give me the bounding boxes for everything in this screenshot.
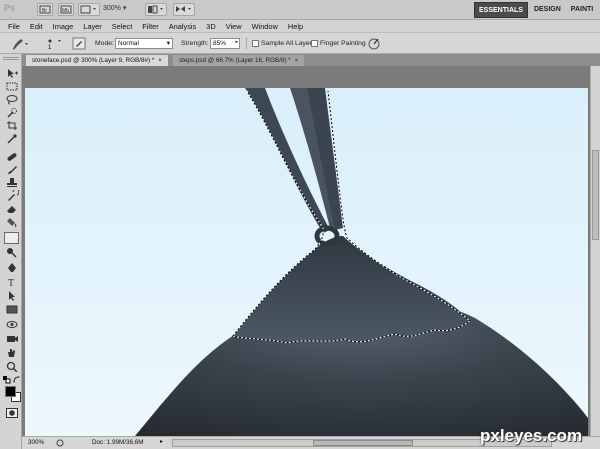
dodge-icon[interactable]: [5, 247, 19, 258]
canvas-image: [25, 88, 588, 436]
workspace-painting[interactable]: PAINTI: [567, 2, 597, 18]
strength-field[interactable]: 85% ▸: [210, 38, 240, 49]
workspace-switcher: ESSENTIALS DESIGN PAINTI: [474, 2, 597, 18]
clone-stamp-icon[interactable]: [5, 177, 19, 188]
status-menu-arrow-icon[interactable]: ▸: [160, 438, 163, 445]
zoom-level-value: 300%: [103, 5, 121, 12]
screen-mode-icon: [176, 6, 191, 12]
crop-icon[interactable]: [5, 120, 19, 131]
screen-mode-button[interactable]: [173, 3, 195, 16]
gradient-icon[interactable]: [5, 216, 19, 227]
menu-layer[interactable]: Layer: [83, 22, 102, 31]
swap-colors-icon[interactable]: [13, 376, 21, 384]
finger-painting-checkbox[interactable]: [311, 40, 318, 47]
menu-3d[interactable]: 3D: [206, 22, 215, 31]
tab-label: steps.psd @ 66.7% (Layer 16, RGB/8) *: [179, 57, 291, 64]
arrange-documents-icon: [148, 5, 163, 14]
horizontal-scroll-thumb[interactable]: [313, 440, 413, 446]
brush-preset-picker[interactable]: 1: [44, 36, 66, 52]
mini-bridge-button[interactable]: Mb: [58, 3, 74, 16]
eyedropper-icon[interactable]: [5, 133, 19, 144]
workspace-essentials[interactable]: ESSENTIALS: [474, 2, 528, 18]
mode-select[interactable]: Normal ▾: [115, 38, 173, 49]
healing-icon[interactable]: [5, 151, 19, 162]
quick-select-icon[interactable]: [5, 107, 19, 118]
divider: [246, 37, 247, 50]
document-canvas[interactable]: [25, 88, 588, 436]
menu-view[interactable]: View: [226, 22, 242, 31]
zoom-level-menu[interactable]: 300% ▾: [103, 4, 126, 12]
hand-icon[interactable]: [5, 347, 19, 358]
mode-value: Normal: [118, 40, 139, 47]
menu-select[interactable]: Select: [112, 22, 133, 31]
3d-camera-icon[interactable]: [5, 333, 19, 344]
document-tabs: stoneface.psd @ 300% (Layer 9, RGB/8#) *…: [22, 54, 600, 66]
history-brush-icon[interactable]: [5, 190, 19, 201]
photoshop-logo: Ps: [4, 3, 16, 13]
smudge-tool-preset-icon[interactable]: [8, 36, 30, 52]
menu-filter[interactable]: Filter: [142, 22, 158, 31]
application-bar: Ps Br Mb 300% ▾ ESSENTIALS DESIGN PAINTI: [0, 0, 600, 20]
status-zoom[interactable]: 300%: [28, 439, 44, 446]
brush-icon[interactable]: [5, 164, 19, 175]
view-extras-button[interactable]: [78, 3, 100, 16]
lasso-icon[interactable]: [5, 94, 19, 105]
svg-text:Br: Br: [42, 8, 47, 14]
shape-icon[interactable]: [5, 304, 19, 315]
sample-all-layers-checkbox[interactable]: [252, 40, 259, 47]
mini-bridge-icon: Mb: [60, 5, 72, 14]
tab-stoneface[interactable]: stoneface.psd @ 300% (Layer 9, RGB/8#) *…: [26, 55, 168, 66]
zoom-icon[interactable]: [5, 361, 19, 372]
tab-steps[interactable]: steps.psd @ 66.7% (Layer 16, RGB/8) * ×: [173, 55, 305, 66]
default-colors-icon[interactable]: [3, 376, 11, 384]
bridge-button[interactable]: Br: [37, 3, 53, 16]
path-select-icon[interactable]: [5, 290, 19, 301]
quick-mask-icon[interactable]: [6, 408, 18, 418]
workspace-design[interactable]: DESIGN: [530, 2, 565, 18]
tools-panel: T: [0, 54, 22, 449]
menu-window[interactable]: Window: [252, 22, 278, 31]
smudge-tool-selected-frame[interactable]: [4, 232, 19, 244]
strength-label: Strength:: [181, 40, 209, 47]
status-info-icon[interactable]: [56, 439, 64, 447]
chevron-right-icon: ▸: [235, 39, 238, 45]
vertical-scroll-thumb[interactable]: [592, 150, 599, 240]
menu-help[interactable]: Help: [288, 22, 303, 31]
eraser-icon[interactable]: [5, 203, 19, 214]
canvas-area: [22, 66, 600, 436]
strength-value: 85%: [213, 40, 227, 47]
move-icon[interactable]: [5, 68, 19, 79]
menu-analysis[interactable]: Analysis: [169, 22, 197, 31]
close-icon[interactable]: ×: [295, 58, 299, 64]
watermark: pxleyes.com: [480, 426, 583, 445]
brush-size-value: 1: [48, 45, 52, 51]
3d-rotate-icon[interactable]: [5, 319, 19, 330]
vertical-scrollbar[interactable]: [590, 66, 600, 436]
tab-label: stoneface.psd @ 300% (Layer 9, RGB/8#) *: [32, 57, 155, 64]
foreground-color-swatch[interactable]: [5, 386, 16, 397]
bridge-icon: Br: [39, 5, 51, 14]
view-extras-icon: [80, 5, 96, 14]
svg-text:T: T: [8, 278, 14, 287]
menu-file[interactable]: File: [8, 22, 20, 31]
status-doc-size: Doc: 1.99M/36,6M: [92, 439, 144, 446]
type-icon[interactable]: T: [5, 276, 19, 287]
menu-edit[interactable]: Edit: [30, 22, 43, 31]
mode-label: Mode:: [95, 40, 114, 47]
chevron-down-icon: ▾: [166, 40, 170, 47]
close-icon[interactable]: ×: [158, 58, 162, 64]
svg-text:Mb: Mb: [62, 8, 69, 14]
menu-bar: File Edit Image Layer Select Filter Anal…: [0, 20, 600, 32]
pen-icon[interactable]: [5, 262, 19, 273]
menu-image[interactable]: Image: [53, 22, 74, 31]
brush-panel-icon[interactable]: [72, 37, 86, 50]
options-bar: 1 Mode: Normal ▾ Strength: 85% ▸ Sample …: [0, 32, 600, 54]
toolbar-grip[interactable]: [3, 57, 19, 60]
sample-all-layers-label: Sample All Layers: [261, 40, 316, 47]
finger-painting-label: Finger Painting: [320, 40, 366, 47]
arrange-documents-button[interactable]: [145, 3, 167, 16]
marquee-icon[interactable]: [5, 81, 19, 92]
pressure-icon[interactable]: [367, 37, 381, 50]
